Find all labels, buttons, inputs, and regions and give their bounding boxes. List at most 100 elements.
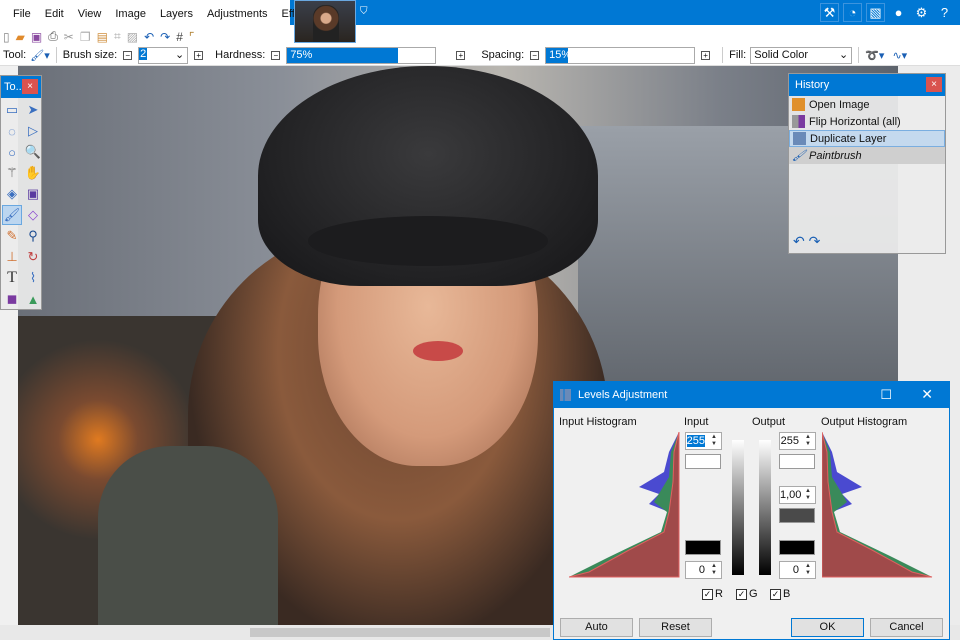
output-gradient-slider[interactable] xyxy=(759,440,771,575)
channel-r-checkbox[interactable]: ✓ R xyxy=(702,588,723,600)
crop-icon[interactable]: ⌗ xyxy=(114,29,121,44)
input-histogram-label: Input Histogram xyxy=(559,416,637,428)
tab-list-chevron-icon[interactable]: ⛉ xyxy=(360,6,368,17)
pencil-icon[interactable]: ✎ xyxy=(2,226,22,246)
history-icon[interactable]: ◔ xyxy=(843,3,862,22)
move-selection-icon[interactable]: ▷ xyxy=(23,121,43,141)
channel-g-checkbox[interactable]: ✓ G xyxy=(736,588,758,600)
menu-file[interactable]: File xyxy=(6,8,38,20)
gradient-icon[interactable]: ▣ xyxy=(23,184,43,204)
lasso-select-icon[interactable]: ◌ xyxy=(2,121,22,141)
spacing-decrease[interactable]: − xyxy=(530,50,540,60)
redo-icon[interactable]: ↷ xyxy=(160,30,170,44)
spacing-label: Spacing: xyxy=(481,49,525,61)
layers-icon[interactable]: ▧ xyxy=(866,3,885,22)
maximize-button[interactable]: ☐ xyxy=(880,387,892,403)
save-icon[interactable]: ▣ xyxy=(31,30,42,44)
move-selected-icon[interactable]: ➤ xyxy=(23,100,43,120)
history-close-button[interactable]: × xyxy=(926,77,942,92)
output-high-swatch[interactable] xyxy=(779,454,815,469)
reset-button[interactable]: Reset xyxy=(639,618,712,637)
menu-bar: File Edit View Image Layers Adjustments … xyxy=(0,0,315,28)
scroll-thumb[interactable] xyxy=(250,628,550,637)
duplicate-layer-icon xyxy=(793,132,806,145)
levels-title: Levels Adjustment xyxy=(578,389,668,401)
menu-layers[interactable]: Layers xyxy=(153,8,200,20)
history-redo-icon[interactable]: ↷ xyxy=(809,233,821,249)
history-item[interactable]: 🖌 Paintbrush xyxy=(789,147,945,164)
output-low-swatch[interactable] xyxy=(779,540,815,555)
input-high-spinner[interactable]: 255 ▲ ▼ xyxy=(685,432,722,450)
brush-size-combo[interactable]: 2 ⌄ xyxy=(138,46,189,64)
menu-adjustments[interactable]: Adjustments xyxy=(200,8,275,20)
history-item-selected[interactable]: Duplicate Layer xyxy=(789,130,945,147)
settings-icon[interactable]: ⚙ xyxy=(912,3,931,22)
output-label: Output xyxy=(752,416,786,428)
hardness-decrease[interactable]: − xyxy=(271,50,281,60)
ruler-icon[interactable]: ⌜ xyxy=(189,30,195,44)
spacing-increase[interactable]: + xyxy=(701,50,711,60)
clone-stamp-icon[interactable]: ⊥ xyxy=(2,247,22,267)
auto-button[interactable]: Auto xyxy=(560,618,633,637)
open-icon[interactable]: ▰ xyxy=(16,30,25,44)
tool-options-bar: Tool: 🖌▾ Brush size: − 2 ⌄ + Hardness: − … xyxy=(0,45,960,66)
input-low-swatch[interactable] xyxy=(685,540,721,555)
hardness-slider[interactable]: 75% xyxy=(286,46,437,64)
line-curve-icon[interactable]: ⌇ xyxy=(23,268,43,288)
history-undo-icon[interactable]: ↶ xyxy=(793,233,805,249)
menu-view[interactable]: View xyxy=(71,8,109,20)
history-item[interactable]: Flip Horizontal (all) xyxy=(789,113,945,130)
channel-b-checkbox[interactable]: ✓ B xyxy=(770,588,790,600)
input-high-swatch[interactable] xyxy=(685,454,721,469)
undo-icon[interactable]: ↶ xyxy=(144,30,154,44)
tools-icon[interactable]: ⚒ xyxy=(820,3,839,22)
pan-icon[interactable]: ✋ xyxy=(23,163,43,183)
history-item[interactable]: Open Image xyxy=(789,96,945,113)
new-icon[interactable]: ▯ xyxy=(3,30,10,44)
history-title: History xyxy=(795,79,830,91)
print-icon[interactable]: ⎙ xyxy=(48,29,58,44)
paint-bucket-icon[interactable]: ◈ xyxy=(2,184,22,204)
menu-edit[interactable]: Edit xyxy=(38,8,71,20)
levels-icon xyxy=(560,389,571,401)
hardness-increase[interactable]: + xyxy=(456,50,466,60)
ok-button[interactable]: OK xyxy=(791,618,864,637)
output-gamma-spinner[interactable]: 1,00 ▲ ▼ xyxy=(779,486,816,504)
paste-icon[interactable]: ▤ xyxy=(97,30,108,44)
text-icon[interactable]: T xyxy=(2,268,22,288)
paintbrush-tool-icon[interactable]: 🖌 xyxy=(2,205,22,225)
output-gamma-swatch[interactable] xyxy=(779,508,815,523)
output-low-spinner[interactable]: 0 ▲ ▼ xyxy=(779,561,816,579)
input-gradient-slider[interactable] xyxy=(732,440,744,575)
brush-size-increase[interactable]: + xyxy=(194,50,204,60)
antialias-icon[interactable]: ∿▾ xyxy=(892,49,907,62)
close-button[interactable]: ✕ xyxy=(921,386,933,403)
deselect-icon[interactable]: ▨ xyxy=(127,30,138,44)
colors-icon[interactable]: ● xyxy=(889,3,908,22)
image-tab-thumbnail[interactable] xyxy=(294,0,356,43)
brush-size-decrease[interactable]: − xyxy=(123,50,133,60)
color-picker-icon[interactable]: ⚲ xyxy=(23,226,43,246)
help-icon[interactable]: ? xyxy=(935,3,954,22)
spacing-slider[interactable]: 15% xyxy=(545,46,696,64)
blend-mode-icon[interactable]: ➰▾ xyxy=(865,49,884,62)
recolor-icon[interactable]: ↻ xyxy=(23,247,43,267)
output-high-spinner[interactable]: 255 ▲ ▼ xyxy=(779,432,816,450)
ellipse-select-icon[interactable]: ○ xyxy=(2,142,22,162)
zoom-icon[interactable]: 🔍 xyxy=(23,142,43,162)
shapes-icon[interactable]: ◼ xyxy=(2,289,22,309)
hardness-label: Hardness: xyxy=(215,49,266,61)
cancel-button[interactable]: Cancel xyxy=(870,618,943,637)
rectangle-select-icon[interactable]: ▭ xyxy=(2,100,22,120)
shapes-extra-icon[interactable]: ▲ xyxy=(23,289,43,309)
tools-close-button[interactable]: × xyxy=(22,79,38,94)
copy-icon[interactable]: ❐ xyxy=(80,30,91,44)
eraser-icon[interactable]: ◇ xyxy=(23,205,43,225)
paintbrush-icon[interactable]: 🖌▾ xyxy=(30,49,50,62)
grid-icon[interactable]: # xyxy=(176,30,183,44)
input-low-spinner[interactable]: 0 ▲ ▼ xyxy=(685,561,722,579)
cut-icon[interactable]: ✂ xyxy=(64,30,74,44)
menu-image[interactable]: Image xyxy=(108,8,153,20)
fill-select[interactable]: Solid Color ⌄ xyxy=(750,46,853,64)
magic-wand-icon[interactable]: ⚚ xyxy=(2,163,22,183)
